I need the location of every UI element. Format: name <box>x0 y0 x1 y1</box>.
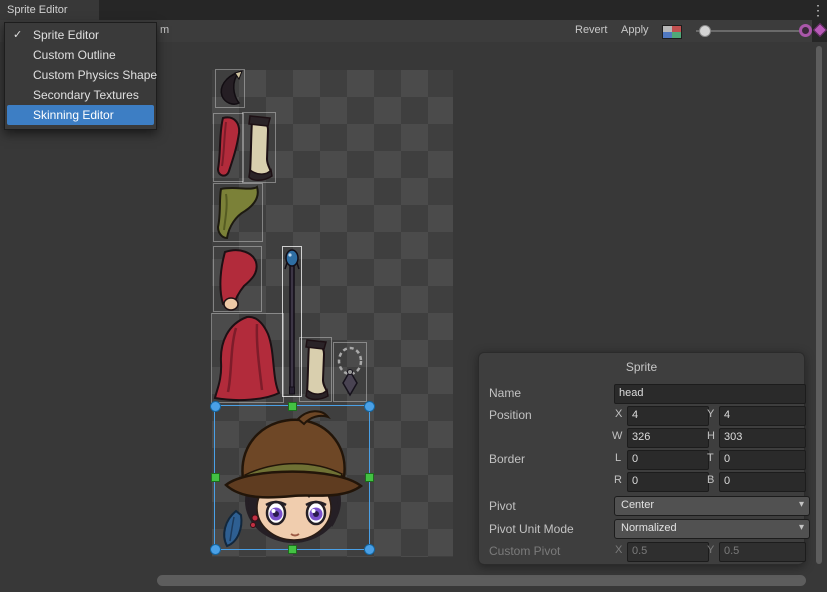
zoom-slider-track[interactable] <box>696 30 808 32</box>
name-field[interactable]: head <box>614 384 806 404</box>
selection-handle-top-mid[interactable] <box>288 402 297 411</box>
pivot-label: Pivot <box>489 499 516 513</box>
sleeve-sprite[interactable] <box>214 247 261 311</box>
arm-sprite[interactable] <box>214 114 243 181</box>
pivot-unit-mode-dropdown[interactable]: Normalized ▾ <box>614 519 810 539</box>
position-x-field[interactable]: 4 <box>627 406 709 426</box>
kebab-menu-icon[interactable]: ⋮ <box>810 1 826 19</box>
horizontal-scrollbar-thumb[interactable] <box>157 575 806 586</box>
menu-item-custom-physics-shape[interactable]: Custom Physics Shape <box>7 65 154 85</box>
mipmap-icon <box>813 23 827 37</box>
selection-handle-right-mid[interactable] <box>365 473 374 482</box>
position-h-field[interactable]: 303 <box>719 428 806 448</box>
position-w-field[interactable]: 326 <box>627 428 709 448</box>
selection-handle-bottom-right[interactable] <box>364 544 375 555</box>
w-axis-label: W <box>612 430 622 442</box>
custom-pivot-y-field: 0.5 <box>719 542 806 562</box>
r-axis-label: R <box>614 474 622 486</box>
amulet-sprite[interactable] <box>334 343 366 401</box>
boot-front-sprite[interactable] <box>243 113 275 182</box>
custom-pivot-x-axis-label: X <box>615 544 622 556</box>
custom-pivot-label: Custom Pivot <box>489 544 560 558</box>
pivot-dropdown[interactable]: Center ▾ <box>614 496 810 516</box>
position-label: Position <box>489 408 532 422</box>
vertical-scrollbar-thumb[interactable] <box>816 46 822 564</box>
menu-item-sprite-editor[interactable]: ✓ Sprite Editor <box>7 25 154 45</box>
t-axis-label: T <box>707 452 714 464</box>
staff-sprite[interactable] <box>283 247 301 396</box>
color-mode-icon[interactable] <box>662 25 682 39</box>
zoom-slider-thumb[interactable] <box>699 25 711 37</box>
horizontal-scrollbar[interactable] <box>0 570 827 592</box>
border-l-field[interactable]: 0 <box>627 450 709 470</box>
revert-button[interactable]: Revert <box>575 24 607 36</box>
scarf-sprite[interactable] <box>214 184 262 241</box>
h-axis-label: H <box>707 430 715 442</box>
pivot-unit-mode-label: Pivot Unit Mode <box>489 522 574 536</box>
boot-back-sprite[interactable] <box>300 338 331 401</box>
hat-tip-sprite[interactable] <box>216 70 244 107</box>
cape-sprite[interactable] <box>212 314 283 402</box>
sprite-inspector-panel: Sprite Name head Position X 4 Y 4 W 326 … <box>478 352 805 565</box>
l-axis-label: L <box>615 452 621 464</box>
border-t-field[interactable]: 0 <box>719 450 806 470</box>
trim-button-partial[interactable]: m <box>160 24 169 36</box>
position-y-field[interactable]: 4 <box>719 406 806 426</box>
custom-pivot-y-axis-label: Y <box>707 544 714 556</box>
selection-handle-top-right[interactable] <box>364 401 375 412</box>
apply-button[interactable]: Apply <box>621 24 649 36</box>
border-b-field[interactable]: 0 <box>719 472 806 492</box>
panel-title: Sprite <box>479 360 804 374</box>
name-label: Name <box>489 386 521 400</box>
tab-sprite-editor[interactable]: Sprite Editor <box>0 0 99 20</box>
b-axis-label: B <box>707 474 714 486</box>
vertical-scrollbar[interactable] <box>812 42 827 570</box>
chevron-down-icon: ▾ <box>799 520 804 536</box>
chevron-down-icon: ▾ <box>799 497 804 513</box>
tab-label: Sprite Editor <box>7 4 68 16</box>
title-bar: Sprite Editor ⋮ <box>0 0 827 20</box>
menu-item-custom-outline[interactable]: Custom Outline <box>7 45 154 65</box>
selection-handle-bottom-left[interactable] <box>210 544 221 555</box>
checkmark-icon: ✓ <box>13 25 22 45</box>
border-label: Border <box>489 452 525 466</box>
y-axis-label: Y <box>707 408 714 420</box>
menu-item-skinning-editor[interactable]: Skinning Editor <box>7 105 154 125</box>
sprite-editor-mode-menu: ✓ Sprite Editor Custom Outline Custom Ph… <box>4 22 157 130</box>
selection-handle-left-mid[interactable] <box>211 473 220 482</box>
border-r-field[interactable]: 0 <box>627 472 709 492</box>
menu-item-secondary-textures[interactable]: Secondary Textures <box>7 85 154 105</box>
mip-slider-thumb[interactable] <box>799 24 812 37</box>
custom-pivot-x-field: 0.5 <box>627 542 709 562</box>
sprite-editor-window: Sprite Editor ⋮ m Revert Apply <box>0 0 827 592</box>
selection-handle-top-left[interactable] <box>210 401 221 412</box>
sprite-selection-rect[interactable] <box>214 405 370 550</box>
selection-handle-bottom-mid[interactable] <box>288 545 297 554</box>
x-axis-label: X <box>615 408 622 420</box>
